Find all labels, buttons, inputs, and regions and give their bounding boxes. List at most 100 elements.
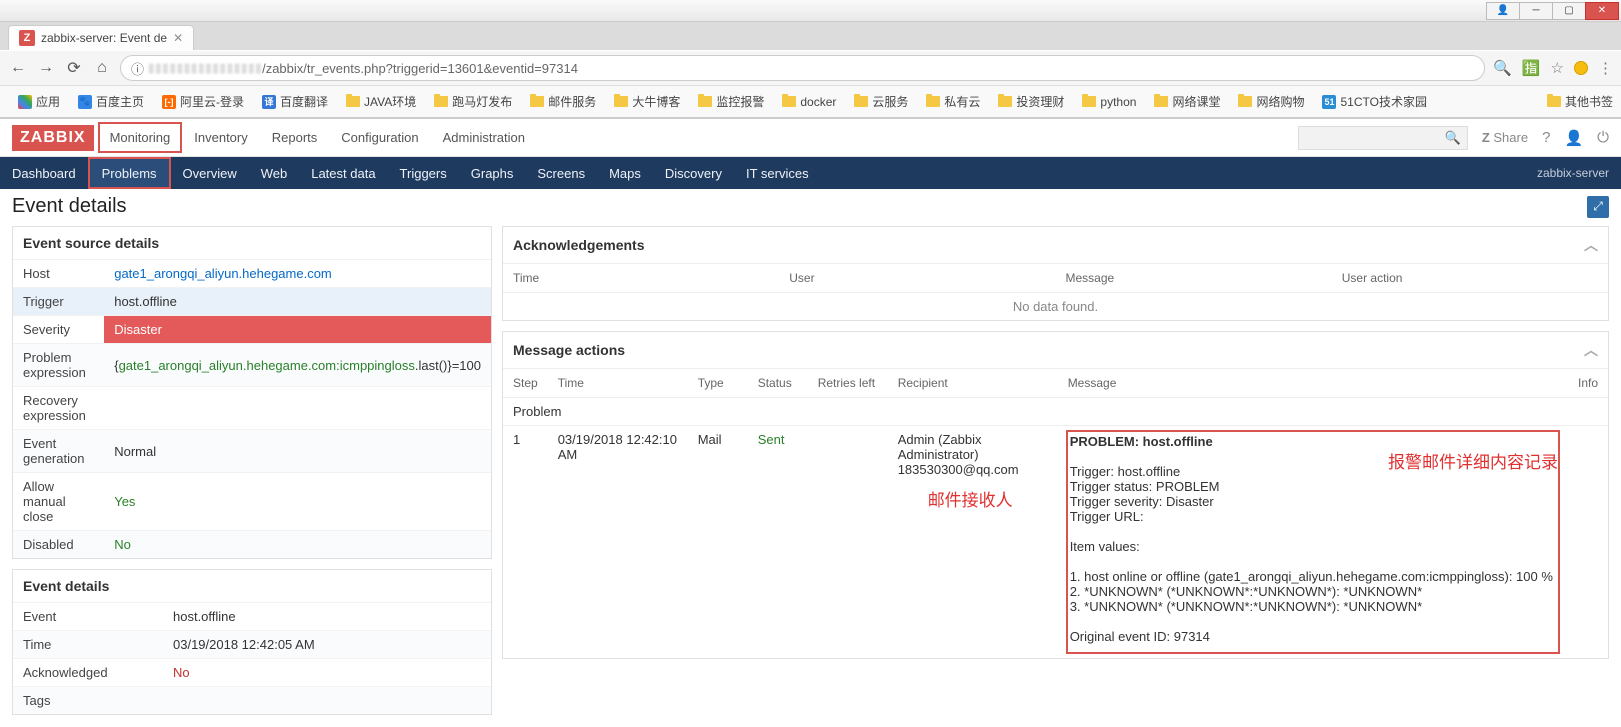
bookmark-item[interactable]: JAVA环境 — [346, 93, 416, 110]
forward-icon[interactable]: → — [36, 59, 56, 77]
star-bookmark-icon[interactable]: ☆ — [1551, 59, 1564, 77]
folder-icon — [998, 96, 1012, 107]
collapse-icon[interactable]: ︿ — [1584, 235, 1598, 255]
recipient-email: 183530300@qq.com — [898, 462, 1019, 477]
bookmark-item[interactable]: 邮件服务 — [530, 93, 596, 110]
tab-close-icon[interactable]: ✕ — [173, 31, 183, 45]
bookmark-item[interactable]: 云服务 — [854, 93, 908, 110]
cell-info — [1568, 426, 1608, 659]
logout-icon[interactable]: ⏻ — [1597, 129, 1609, 146]
zoom-icon[interactable]: 🔍 — [1493, 59, 1512, 77]
translate-icon[interactable]: 🈯 — [1522, 59, 1541, 77]
message-actions-panel: Message actions︿ Step Time Type Status R… — [502, 331, 1609, 659]
annotation-recipient: 邮件接收人 — [928, 486, 1013, 511]
help-icon[interactable]: ? — [1542, 129, 1550, 146]
subnav-discovery[interactable]: Discovery — [653, 157, 734, 189]
folder-icon — [926, 96, 940, 107]
minimize-window-button[interactable]: ─ — [1519, 2, 1553, 20]
panel-header: Event details — [13, 570, 491, 602]
bookmark-item[interactable]: 大牛博客 — [614, 93, 680, 110]
subnav-it-services[interactable]: IT services — [734, 157, 821, 189]
tab-title: zabbix-server: Event de — [41, 31, 167, 45]
folder-icon — [854, 96, 868, 107]
back-icon[interactable]: ← — [8, 59, 28, 77]
bookmark-item[interactable]: 🐾百度主页 — [78, 93, 144, 110]
bookmark-item[interactable]: 译百度翻译 — [262, 93, 328, 110]
host-link[interactable]: gate1_arongqi_aliyun.hehegame.com — [114, 266, 332, 281]
event-generation-value: Normal — [104, 430, 491, 473]
message-actions-table: Step Time Type Status Retries left Recip… — [503, 368, 1608, 658]
subnav-overview[interactable]: Overview — [171, 157, 249, 189]
bookmark-item[interactable]: docker — [782, 95, 836, 109]
bookmark-item[interactable]: 投资理财 — [998, 93, 1064, 110]
share-link[interactable]: Z Share — [1482, 130, 1528, 145]
menu-administration[interactable]: Administration — [431, 122, 537, 153]
menu-reports[interactable]: Reports — [260, 122, 330, 153]
bookmark-item[interactable]: 私有云 — [926, 93, 980, 110]
col-time: Time — [548, 369, 688, 398]
expression-link[interactable]: gate1_arongqi_aliyun.hehegame.com:icmppi… — [119, 358, 415, 373]
acknowledged-link[interactable]: No — [173, 665, 190, 680]
home-icon[interactable]: ⌂ — [92, 59, 112, 77]
bookmark-item[interactable]: 网络课堂 — [1154, 93, 1220, 110]
event-details-table: Eventhost.offline Time03/19/2018 12:42:0… — [13, 602, 491, 714]
url-bar[interactable]: ⓘ ▮▮▮▮▮▮▮▮▮▮▮▮▮▮▮▮ /zabbix/tr_events.php… — [120, 55, 1485, 81]
zabbix-top-right: 🔍 Z Share ? 👤 ⏻ — [1298, 126, 1609, 150]
subnav-dashboard[interactable]: Dashboard — [0, 157, 88, 189]
label-tags: Tags — [13, 687, 163, 715]
col-info: Info — [1568, 369, 1608, 398]
recipient-name: Admin (Zabbix Administrator) — [898, 432, 982, 462]
cell-recipient: Admin (Zabbix Administrator) 183530300@q… — [888, 426, 1058, 659]
menu-monitoring[interactable]: Monitoring — [98, 122, 183, 153]
folder-icon — [782, 96, 796, 107]
label-allow-manual-close: Allow manual close — [13, 473, 104, 531]
fullscreen-icon[interactable]: ⤢ — [1587, 196, 1609, 218]
apps-launcher[interactable]: 应用 — [18, 93, 60, 110]
label-disabled: Disabled — [13, 531, 104, 559]
other-bookmarks[interactable]: 其他书签 — [1547, 93, 1613, 110]
close-window-button[interactable]: ✕ — [1585, 2, 1619, 20]
browser-toolbar: ← → ⟳ ⌂ ⓘ ▮▮▮▮▮▮▮▮▮▮▮▮▮▮▮▮ /zabbix/tr_ev… — [0, 50, 1621, 86]
no-data-row: No data found. — [503, 293, 1608, 321]
label-event-generation: Event generation — [13, 430, 104, 473]
collapse-icon[interactable]: ︿ — [1584, 340, 1598, 360]
subnav-maps[interactable]: Maps — [597, 157, 653, 189]
cell-time: 03/19/2018 12:42:10 AM — [548, 426, 688, 659]
folder-icon — [346, 96, 360, 107]
col-status: Status — [748, 369, 808, 398]
maximize-window-button[interactable]: ▢ — [1552, 2, 1586, 20]
bookmark-item[interactable]: 网络购物 — [1238, 93, 1304, 110]
event-value: host.offline — [163, 603, 491, 631]
panel-header: Message actions︿ — [503, 332, 1608, 368]
label-problem-expression: Problem expression — [13, 344, 104, 387]
user-icon[interactable]: 👤 — [1564, 129, 1583, 147]
reload-icon[interactable]: ⟳ — [64, 58, 84, 78]
bookmark-item[interactable]: 跑马灯发布 — [434, 93, 512, 110]
menu-configuration[interactable]: Configuration — [329, 122, 430, 153]
search-input[interactable]: 🔍 — [1298, 126, 1468, 150]
subnav-latest-data[interactable]: Latest data — [299, 157, 387, 189]
zabbix-logo[interactable]: ZABBIX — [12, 125, 94, 151]
subnav-graphs[interactable]: Graphs — [459, 157, 526, 189]
subnav-triggers[interactable]: Triggers — [388, 157, 459, 189]
bookmark-item[interactable]: python — [1082, 95, 1136, 109]
bookmark-item[interactable]: [-]阿里云-登录 — [162, 93, 244, 110]
extension-icon[interactable] — [1574, 61, 1588, 75]
acknowledgements-panel: Acknowledgements︿ Time User Message User… — [502, 226, 1609, 321]
server-label: zabbix-server — [1537, 166, 1621, 180]
menu-icon[interactable]: ⋮ — [1598, 59, 1613, 77]
browser-tab[interactable]: Z zabbix-server: Event de ✕ — [8, 25, 194, 50]
problem-expression: {gate1_arongqi_aliyun.hehegame.com:icmpp… — [104, 344, 491, 387]
label-trigger: Trigger — [13, 288, 104, 316]
user-window-button[interactable]: 👤 — [1486, 2, 1520, 20]
folder-icon — [698, 96, 712, 107]
folder-icon — [1154, 96, 1168, 107]
event-source-table: Hostgate1_arongqi_aliyun.hehegame.com Tr… — [13, 259, 491, 558]
tags-value — [163, 687, 491, 715]
menu-inventory[interactable]: Inventory — [182, 122, 259, 153]
subnav-screens[interactable]: Screens — [525, 157, 597, 189]
bookmark-item[interactable]: 5151CTO技术家园 — [1322, 93, 1426, 110]
subnav-web[interactable]: Web — [249, 157, 300, 189]
subnav-problems[interactable]: Problems — [88, 157, 171, 189]
bookmark-item[interactable]: 监控报警 — [698, 93, 764, 110]
